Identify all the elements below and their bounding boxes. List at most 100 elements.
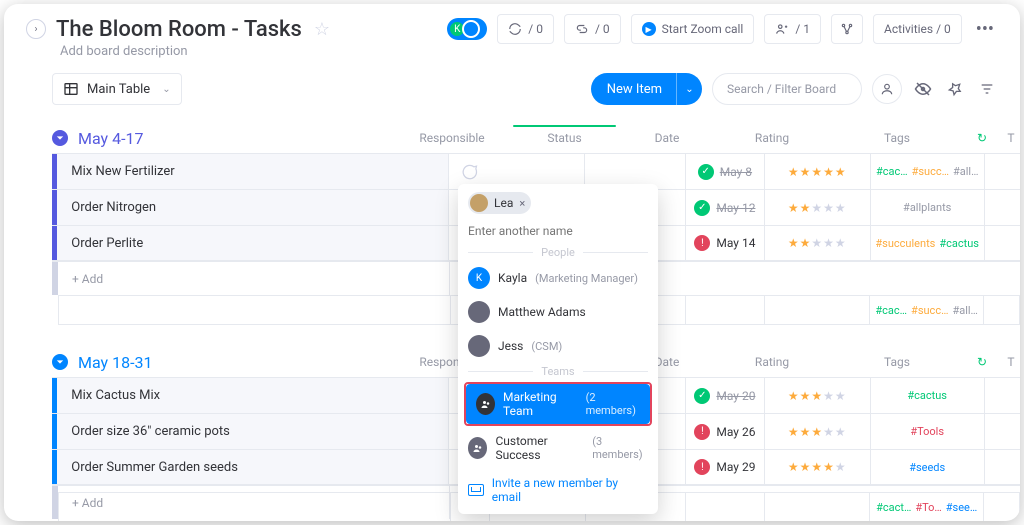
integrations-button[interactable]: / 0 — [564, 14, 621, 44]
date-cell[interactable]: ✓May 20 — [686, 378, 765, 413]
task-name-cell[interactable]: Order Perlite — [57, 226, 449, 260]
board-members-toggle[interactable]: K — [447, 18, 487, 40]
zoom-call-button[interactable]: ▶ Start Zoom call — [631, 14, 755, 44]
automations-button[interactable]: / 0 — [497, 14, 554, 44]
group-title[interactable]: May 4-17 — [78, 129, 144, 148]
pin-button[interactable] — [944, 78, 966, 100]
member-ring-icon — [462, 20, 480, 38]
rating-cell[interactable]: ★★★★★ — [765, 450, 871, 484]
person-name: Matthew Adams — [498, 305, 586, 319]
column-header-responsible[interactable]: Responsible — [397, 131, 507, 145]
person-name: Jess — [498, 339, 523, 353]
selected-person-chip[interactable]: Lea × — [468, 192, 531, 214]
team-name: Customer Success — [495, 434, 584, 462]
extra-cell[interactable] — [985, 378, 1020, 413]
new-item-button[interactable]: New Item ⌄ — [591, 73, 702, 105]
group-collapse-toggle[interactable] — [52, 354, 68, 370]
rating-cell[interactable]: ★★★★★ — [765, 226, 871, 260]
team-option-customer-success[interactable]: Customer Success (3 members) — [458, 428, 658, 468]
plugin-icon — [840, 22, 854, 36]
more-options-button[interactable]: ••• — [972, 19, 998, 40]
highlighted-team-option: Marketing Team (2 members) — [464, 382, 652, 426]
person-avatar: K — [468, 267, 490, 289]
person-option[interactable]: Jess (CSM) — [458, 329, 658, 363]
tags-cell[interactable]: #cactus — [871, 378, 985, 413]
tags-cell[interactable]: #seeds — [871, 450, 985, 484]
new-item-dropdown[interactable]: ⌄ — [676, 73, 702, 105]
tags-cell[interactable]: #succulents #cactus — [871, 226, 985, 260]
chat-icon[interactable] — [449, 162, 488, 182]
team-name: Marketing Team — [503, 390, 578, 418]
task-name-cell[interactable]: Order Nitrogen — [57, 190, 449, 225]
favorite-star-icon[interactable]: ☆ — [314, 19, 330, 40]
task-name-cell[interactable]: Mix Cactus Mix — [57, 378, 449, 413]
column-header-extra: T — [1002, 355, 1020, 369]
column-header-tags[interactable]: Tags — [832, 355, 962, 369]
team-members: (2 members) — [586, 391, 640, 417]
status-alert-icon: ! — [694, 459, 710, 475]
zoom-label: Start Zoom call — [662, 22, 744, 36]
guests-count: / 1 — [795, 22, 810, 36]
task-name-cell[interactable]: Order Summer Garden seeds — [57, 450, 449, 484]
column-header-date[interactable]: Date — [622, 131, 712, 145]
zoom-icon: ▶ — [642, 22, 656, 36]
guests-icon — [775, 22, 789, 36]
extra-cell[interactable] — [985, 190, 1020, 225]
invite-member-link[interactable]: Invite a new member by email — [458, 468, 658, 506]
team-avatar-icon — [468, 437, 487, 459]
status-done-icon: ✓ — [694, 388, 710, 404]
extra-cell[interactable] — [985, 414, 1020, 449]
guests-button[interactable]: / 1 — [764, 14, 821, 44]
extra-cell[interactable] — [985, 450, 1020, 484]
team-avatar-icon — [476, 393, 495, 415]
extra-cell[interactable] — [985, 154, 1020, 189]
person-avatar — [468, 301, 490, 323]
date-cell[interactable]: !May 29 — [686, 450, 765, 484]
status-alert-icon: ! — [694, 424, 710, 440]
plugins-button[interactable] — [831, 14, 863, 44]
rating-cell[interactable]: ★★★★★ — [765, 190, 871, 225]
column-header-status[interactable]: Status — [507, 131, 622, 145]
person-option[interactable]: Matthew Adams — [458, 295, 658, 329]
rating-cell[interactable]: ★★★★★ — [765, 154, 871, 189]
task-name-cell[interactable]: Order size 36" ceramic pots — [57, 414, 449, 449]
column-header-rating[interactable]: Rating — [712, 355, 832, 369]
automation-icon — [508, 22, 522, 36]
group-collapse-toggle[interactable] — [52, 130, 68, 146]
date-cell[interactable]: ✓May 8 — [686, 154, 765, 189]
view-selector[interactable]: Main Table ⌄ — [52, 73, 182, 105]
add-item-button[interactable]: + Add — [58, 262, 450, 295]
team-members: (3 members) — [592, 435, 648, 461]
column-header-refresh[interactable]: ↻ — [962, 355, 1002, 369]
filter-button[interactable] — [976, 78, 998, 100]
task-name-cell[interactable]: Mix New Fertilizer — [57, 154, 449, 189]
rating-cell[interactable]: ★★★★★ — [765, 414, 871, 449]
column-header-rating[interactable]: Rating — [712, 131, 832, 145]
group-title[interactable]: May 18-31 — [78, 353, 152, 372]
person-filter-button[interactable] — [872, 74, 902, 104]
column-header-tags[interactable]: Tags — [832, 131, 962, 145]
new-item-label: New Item — [591, 82, 676, 97]
chip-remove-icon[interactable]: × — [519, 197, 525, 210]
person-search-input[interactable] — [468, 224, 648, 238]
search-placeholder: Search / Filter Board — [727, 82, 836, 96]
activities-button[interactable]: Activities / 0 — [873, 14, 962, 44]
date-cell[interactable]: !May 14 — [686, 226, 765, 260]
invite-label: Invite a new member by email — [492, 476, 648, 504]
rating-cell[interactable]: ★★★★★ — [765, 378, 871, 413]
tags-cell[interactable]: #cac… #succ… #all… — [871, 154, 985, 189]
extra-cell[interactable] — [985, 226, 1020, 260]
search-input[interactable]: Search / Filter Board — [712, 73, 862, 105]
tags-cell[interactable]: #allplants — [871, 190, 985, 225]
mail-icon — [468, 484, 484, 496]
date-cell[interactable]: !May 26 — [686, 414, 765, 449]
filter-icon — [979, 81, 995, 97]
board-description[interactable]: Add board description — [4, 44, 1020, 59]
column-header-refresh[interactable]: ↻ — [962, 131, 1002, 145]
date-cell[interactable]: ✓May 12 — [686, 190, 765, 225]
hide-columns-button[interactable] — [912, 78, 934, 100]
expand-button[interactable]: › — [26, 19, 46, 39]
person-option[interactable]: K Kayla (Marketing Manager) — [458, 261, 658, 295]
team-option-marketing[interactable]: Marketing Team (2 members) — [466, 384, 650, 424]
tags-cell[interactable]: #Tools — [871, 414, 985, 449]
